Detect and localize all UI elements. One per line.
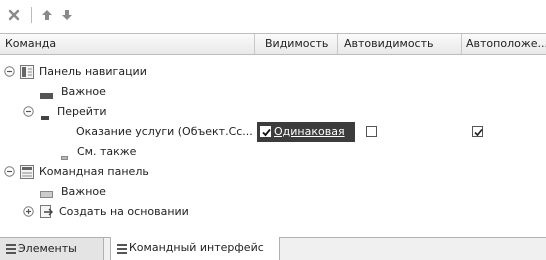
- tab-command-interface[interactable]: Командный интерфейс: [110, 237, 280, 260]
- column-autoposition[interactable]: Автоположе...: [462, 34, 546, 54]
- tree-item-label: Перейти: [57, 105, 107, 118]
- tree-item-label: Важное: [61, 185, 106, 198]
- tree-row[interactable]: Важное: [0, 82, 546, 102]
- elements-icon: [6, 244, 16, 254]
- column-header: Команда Видимость Автовидимость Автополо…: [0, 33, 546, 55]
- collapse-toggle[interactable]: [4, 66, 15, 77]
- tree-item-label: См. также: [77, 145, 137, 158]
- move-down-icon: [62, 10, 72, 20]
- tree-row[interactable]: Создать на основании: [0, 202, 546, 222]
- expand-toggle[interactable]: [23, 206, 34, 217]
- create-based-on-icon: [40, 205, 54, 222]
- tree-row[interactable]: Панель навигации: [0, 62, 546, 82]
- command-panel-icon: [20, 165, 34, 182]
- tree-item-label: Оказание услуги (Объект.Сс...: [76, 125, 252, 138]
- tree-item-label: Важное: [61, 85, 106, 98]
- tab-elements[interactable]: Элементы: [0, 238, 104, 260]
- bottom-tabs: Элементы Командный интерфейс: [0, 237, 546, 260]
- minus-circle-icon: [4, 66, 15, 77]
- close-icon: [8, 9, 20, 21]
- move-up-icon: [42, 10, 52, 20]
- group-icon: [40, 188, 53, 201]
- collapse-toggle[interactable]: [4, 166, 15, 177]
- tree-row[interactable]: См. также: [0, 142, 546, 162]
- column-visibility[interactable]: Видимость: [255, 34, 338, 54]
- tree-item-label: Командная панель: [39, 165, 149, 178]
- autovisibility-checkbox[interactable]: [366, 126, 377, 137]
- tab-label: Элементы: [18, 242, 77, 255]
- collapse-toggle[interactable]: [23, 106, 34, 117]
- navigation-panel-icon: [20, 65, 34, 82]
- tree-item-label: Панель навигации: [39, 65, 147, 78]
- command-tree: Панель навигации Важное Перейти Оказание…: [0, 56, 546, 236]
- check-icon: [262, 128, 271, 137]
- minus-circle-icon: [4, 166, 15, 177]
- tree-item-label: Создать на основании: [59, 205, 189, 218]
- minus-circle-icon: [23, 106, 34, 117]
- visibility-checkbox[interactable]: [260, 126, 271, 137]
- toolbar-separator: [31, 7, 32, 23]
- check-icon: [474, 128, 483, 137]
- toolbar: [0, 0, 546, 33]
- move-up-button[interactable]: [37, 5, 57, 25]
- delete-button[interactable]: [4, 5, 24, 25]
- column-command[interactable]: Команда: [0, 34, 255, 54]
- autoposition-checkbox[interactable]: [472, 126, 483, 137]
- move-down-button[interactable]: [57, 5, 77, 25]
- tree-row[interactable]: Перейти: [0, 102, 546, 122]
- tree-row[interactable]: Оказание услуги (Объект.Сс... Одинаковая: [0, 122, 546, 142]
- tree-row[interactable]: Важное: [0, 182, 546, 202]
- command-interface-icon: [117, 244, 127, 254]
- tree-row[interactable]: Командная панель: [0, 162, 546, 182]
- group-icon: [40, 89, 53, 102]
- column-autovisibility[interactable]: Автовидимость: [338, 34, 462, 54]
- tab-label: Командный интерфейс: [129, 241, 264, 254]
- plus-circle-icon: [23, 206, 34, 217]
